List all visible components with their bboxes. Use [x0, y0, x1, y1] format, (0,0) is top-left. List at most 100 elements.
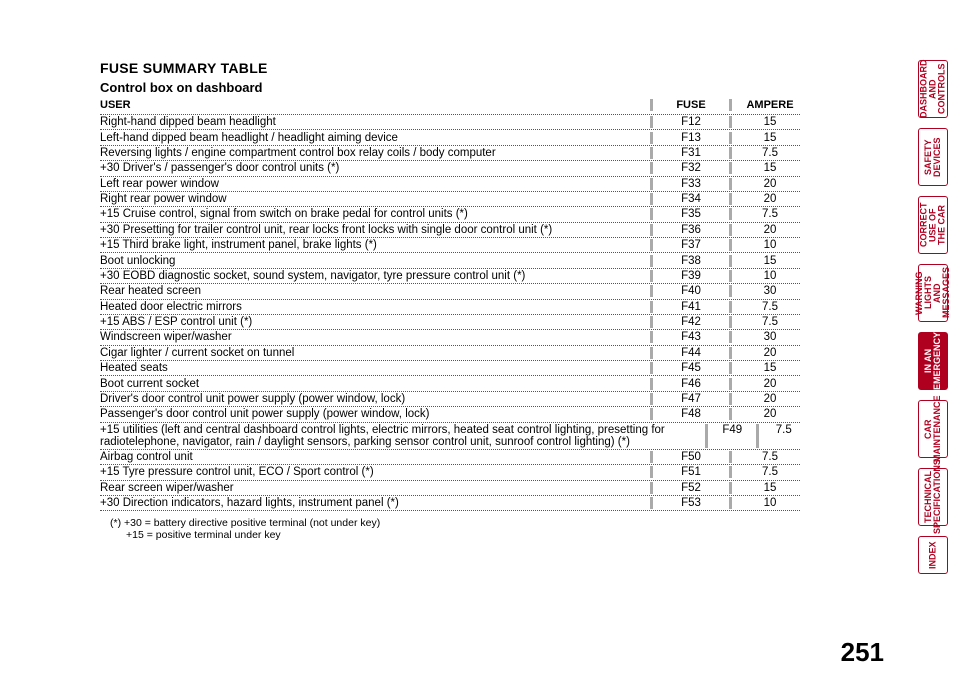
col-header-ampere: AMPERE [732, 99, 800, 111]
table-row: Right-hand dipped beam headlightF1215 [100, 115, 800, 130]
cell-user: Rear screen wiper/washer [100, 482, 650, 494]
cell-fuse: F51 [650, 466, 732, 478]
cell-ampere: 7.5 [732, 208, 800, 220]
cell-ampere: 15 [732, 162, 800, 174]
cell-fuse: F12 [650, 116, 732, 128]
cell-ampere: 20 [732, 193, 800, 205]
section-tab[interactable]: WARNING LIGHTS AND MESSAGES [918, 264, 948, 322]
cell-fuse: F48 [650, 408, 732, 420]
table-row: +30 EOBD diagnostic socket, sound system… [100, 269, 800, 284]
cell-user: Boot unlocking [100, 255, 650, 267]
cell-user: +30 Direction indicators, hazard lights,… [100, 497, 650, 509]
table-row: Passenger's door control unit power supp… [100, 407, 800, 422]
page-subtitle: Control box on dashboard [100, 80, 800, 95]
cell-user: +15 Cruise control, signal from switch o… [100, 208, 650, 220]
section-tab[interactable]: SAFETY DEVICES [918, 128, 948, 186]
section-tab[interactable]: DASHBOARD AND CONTROLS [918, 60, 948, 118]
table-row: +15 Tyre pressure control unit, ECO / Sp… [100, 465, 800, 480]
cell-fuse: F47 [650, 393, 732, 405]
footnote: (*) +30 = battery directive positive ter… [100, 517, 800, 541]
cell-fuse: F37 [650, 239, 732, 251]
cell-ampere: 10 [732, 239, 800, 251]
footnote-line-2: +15 = positive terminal under key [110, 529, 800, 541]
table-row: Heated door electric mirrorsF417.5 [100, 300, 800, 315]
section-tab[interactable]: IN AN EMERGENCY [918, 332, 948, 390]
cell-ampere: 20 [732, 347, 800, 359]
table-row: Right rear power windowF3420 [100, 192, 800, 207]
cell-user: Cigar lighter / current socket on tunnel [100, 347, 650, 359]
cell-fuse: F44 [650, 347, 732, 359]
cell-user: Windscreen wiper/washer [100, 331, 650, 343]
cell-user: +15 Third brake light, instrument panel,… [100, 239, 650, 251]
table-row: Rear heated screenF4030 [100, 284, 800, 299]
col-header-fuse: FUSE [650, 99, 732, 111]
section-tabs: DASHBOARD AND CONTROLS SAFETY DEVICES CORR… [918, 60, 948, 574]
table-row: Heated seatsF4515 [100, 361, 800, 376]
cell-fuse: F52 [650, 482, 732, 494]
table-row: +15 Cruise control, signal from switch o… [100, 207, 800, 222]
cell-ampere: 15 [732, 362, 800, 374]
cell-fuse: F45 [650, 362, 732, 374]
table-row: +30 Presetting for trailer control unit,… [100, 223, 800, 238]
cell-ampere: 7.5 [732, 451, 800, 463]
cell-fuse: F33 [650, 178, 732, 190]
cell-fuse: F38 [650, 255, 732, 267]
table-row: Windscreen wiper/washerF4330 [100, 330, 800, 345]
page-number: 251 [841, 637, 884, 668]
section-tab[interactable]: CORRECT USE OF THE CAR [918, 196, 948, 254]
cell-user: Heated door electric mirrors [100, 301, 650, 313]
cell-user: Reversing lights / engine compartment co… [100, 147, 650, 159]
page-title: FUSE SUMMARY TABLE [100, 60, 800, 76]
cell-ampere: 7.5 [732, 147, 800, 159]
cell-user: +15 utilities (left and central dashboar… [100, 424, 705, 448]
cell-ampere: 7.5 [732, 301, 800, 313]
table-row: Cigar lighter / current socket on tunnel… [100, 346, 800, 361]
cell-user: +15 Tyre pressure control unit, ECO / Sp… [100, 466, 650, 478]
cell-ampere: 20 [732, 178, 800, 190]
cell-fuse: F13 [650, 132, 732, 144]
cell-ampere: 15 [732, 116, 800, 128]
cell-ampere: 7.5 [732, 466, 800, 478]
cell-user: Boot current socket [100, 378, 650, 390]
table-row: +15 Third brake light, instrument panel,… [100, 238, 800, 253]
cell-fuse: F31 [650, 147, 732, 159]
cell-user: Right rear power window [100, 193, 650, 205]
section-tab[interactable]: INDEX [918, 536, 948, 574]
cell-user: Airbag control unit [100, 451, 650, 463]
table-row: Rear screen wiper/washerF5215 [100, 481, 800, 496]
cell-user: Driver's door control unit power supply … [100, 393, 650, 405]
table-row: +30 Driver's / passenger's door control … [100, 161, 800, 176]
cell-ampere: 20 [732, 224, 800, 236]
cell-fuse: F41 [650, 301, 732, 313]
cell-user: +30 Presetting for trailer control unit,… [100, 224, 650, 236]
cell-fuse: F35 [650, 208, 732, 220]
table-row: Driver's door control unit power supply … [100, 392, 800, 407]
cell-user: Heated seats [100, 362, 650, 374]
table-row: Reversing lights / engine compartment co… [100, 146, 800, 161]
section-tab[interactable]: TECHNICAL SPECIFICATIONS [918, 468, 948, 526]
cell-user: +15 ABS / ESP control unit (*) [100, 316, 650, 328]
col-header-user: USER [100, 99, 650, 111]
cell-ampere: 20 [732, 378, 800, 390]
cell-ampere: 20 [732, 408, 800, 420]
cell-fuse: F46 [650, 378, 732, 390]
table-row: +30 Direction indicators, hazard lights,… [100, 496, 800, 511]
cell-fuse: F34 [650, 193, 732, 205]
cell-fuse: F42 [650, 316, 732, 328]
table-row: Left-hand dipped beam headlight / headli… [100, 130, 800, 145]
table-row: Airbag control unitF507.5 [100, 450, 800, 465]
section-tab[interactable]: CAR MAINTENANCE [918, 400, 948, 458]
table-row: Boot unlockingF3815 [100, 253, 800, 268]
cell-fuse: F32 [650, 162, 732, 174]
cell-fuse: F40 [650, 285, 732, 297]
cell-ampere: 7.5 [732, 316, 800, 328]
cell-fuse: F39 [650, 270, 732, 282]
cell-ampere: 7.5 [759, 424, 800, 448]
table-row: Left rear power windowF3320 [100, 177, 800, 192]
cell-user: Passenger's door control unit power supp… [100, 408, 650, 420]
cell-user: Left-hand dipped beam headlight / headli… [100, 132, 650, 144]
cell-ampere: 30 [732, 285, 800, 297]
cell-ampere: 15 [732, 482, 800, 494]
cell-user: +30 Driver's / passenger's door control … [100, 162, 650, 174]
cell-fuse: F49 [705, 424, 760, 448]
